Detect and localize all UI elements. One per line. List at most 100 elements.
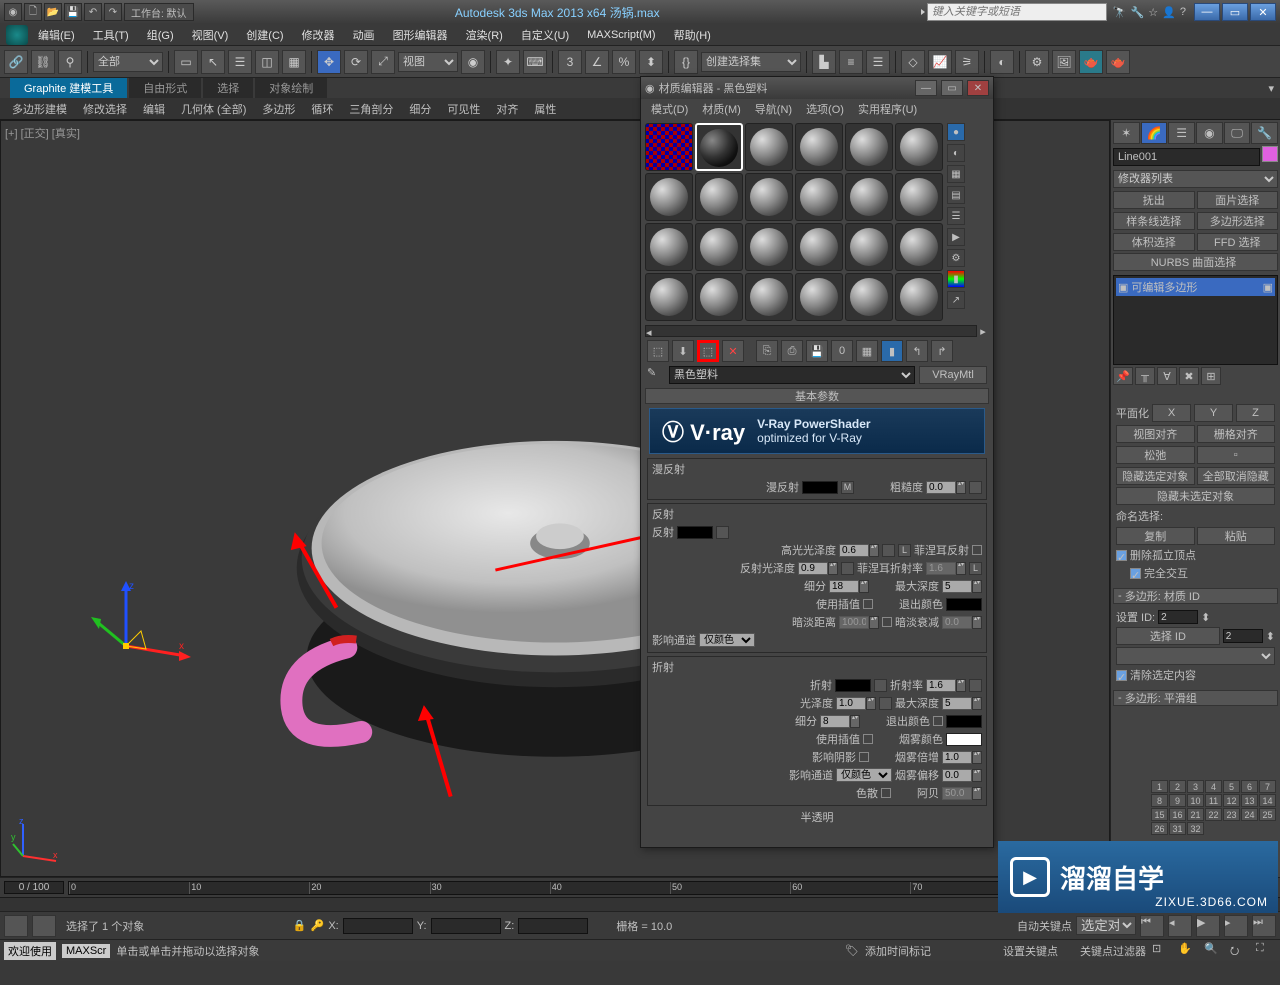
hlgloss-map[interactable] — [882, 544, 895, 557]
modify-tab-icon[interactable]: 🌈 — [1141, 122, 1168, 144]
sg-btn[interactable]: 13 — [1241, 794, 1258, 807]
dlg-menu-utilities[interactable]: 实用程序(U) — [852, 100, 923, 118]
sample-slot[interactable] — [695, 223, 743, 271]
chk-full-interact[interactable]: ✓ — [1130, 568, 1141, 579]
open-icon[interactable]: 📂 — [44, 3, 62, 21]
btn-viewalign[interactable]: 视图对齐 — [1116, 425, 1195, 443]
manipulate-icon[interactable]: ✦ — [496, 50, 520, 74]
binoculars-icon[interactable]: 🔭 — [1113, 6, 1127, 19]
utilities-tab-icon[interactable]: 🔧 — [1251, 122, 1278, 144]
sample-type-icon[interactable]: ● — [947, 123, 965, 141]
menu-rendering[interactable]: 渲染(R) — [458, 25, 511, 45]
btn-polysel[interactable]: 多边形选择 — [1197, 212, 1279, 230]
btn-planar-y[interactable]: Y — [1194, 404, 1233, 422]
btn-gridalign[interactable]: 栅格对齐 — [1197, 425, 1276, 443]
spinner-snap-icon[interactable]: ⬍ — [639, 50, 663, 74]
selection-filter[interactable]: 全部 — [93, 52, 163, 72]
show-in-vp-icon[interactable]: ▦ — [856, 340, 878, 362]
new-icon[interactable]: 🗋 — [24, 3, 42, 21]
remove-mod-icon[interactable]: ✖ — [1179, 367, 1199, 385]
input-fogmult[interactable] — [942, 751, 972, 764]
hierarchy-tab-icon[interactable]: ☰ — [1168, 122, 1195, 144]
spinner-icon[interactable]: ▴▾ — [866, 697, 876, 710]
ior-map[interactable] — [969, 679, 982, 692]
menu-tools[interactable]: 工具(T) — [85, 25, 137, 45]
diffuse-map-button[interactable]: M — [841, 481, 854, 494]
material-editor-icon[interactable]: ◐ — [990, 50, 1014, 74]
sample-slot[interactable] — [645, 223, 693, 271]
reset-map-icon[interactable]: ✕ — [722, 340, 744, 362]
menu-customize[interactable]: 自定义(U) — [513, 25, 577, 45]
menu-create[interactable]: 创建(C) — [238, 25, 291, 45]
put-to-scene-icon[interactable]: ⬇ — [672, 340, 694, 362]
background-icon[interactable]: ▦ — [947, 165, 965, 183]
sg-btn[interactable]: 11 — [1205, 794, 1222, 807]
ribbon-polygon[interactable]: 多边形 — [256, 99, 301, 119]
input-roughness[interactable] — [926, 481, 956, 494]
menu-group[interactable]: 组(G) — [139, 25, 182, 45]
get-material-icon[interactable]: ⬚ — [647, 340, 669, 362]
sample-slot[interactable] — [695, 173, 743, 221]
graphite-icon[interactable]: ◇ — [901, 50, 925, 74]
diffuse-swatch[interactable] — [802, 481, 838, 494]
dlg-minimize-button[interactable]: — — [915, 80, 937, 96]
goto-start-icon[interactable]: ⏮ — [1140, 915, 1164, 937]
material-name-dropdown[interactable]: 黑色塑料 — [669, 366, 915, 384]
input-refl-maxdepth[interactable] — [942, 580, 972, 593]
sg-btn[interactable]: 8 — [1151, 794, 1168, 807]
sample-slot-selected[interactable] — [695, 123, 743, 171]
lock-icon[interactable]: 🔒 — [293, 919, 307, 932]
play-icon[interactable]: ▶ — [1196, 915, 1220, 937]
reflgloss-map[interactable] — [841, 562, 854, 575]
render-icon[interactable]: 🫖 — [1079, 50, 1103, 74]
chk-fresnel[interactable] — [972, 545, 982, 555]
sg-btn[interactable]: 1 — [1151, 780, 1168, 793]
roughness-map-button[interactable] — [969, 481, 982, 494]
named-selection-set[interactable]: 创建选择集 — [701, 52, 801, 72]
rendered-frame-icon[interactable]: 🫖 — [1106, 50, 1130, 74]
show-result-icon[interactable]: ╥ — [1135, 367, 1155, 385]
keymode-dropdown[interactable]: 选定对象 — [1076, 916, 1136, 935]
create-tab-icon[interactable]: ✶ — [1113, 122, 1140, 144]
sample-slot[interactable] — [895, 173, 943, 221]
spinner-icon[interactable]: ▴▾ — [956, 562, 966, 575]
unlink-icon[interactable]: ⛓ — [31, 50, 55, 74]
object-color-swatch[interactable] — [1262, 146, 1278, 162]
input-refl-subdiv[interactable] — [829, 580, 859, 593]
btn-planar-z[interactable]: Z — [1236, 404, 1275, 422]
dlg-close-button[interactable]: ✕ — [967, 80, 989, 96]
btn-relax-opt[interactable]: ▫ — [1197, 446, 1276, 464]
ribbon-visibility[interactable]: 可见性 — [441, 99, 486, 119]
sample-slot[interactable] — [895, 123, 943, 171]
app-menu-icon[interactable]: ◉ — [4, 3, 22, 21]
go-forward-icon[interactable]: ↱ — [931, 340, 953, 362]
input-hlgloss[interactable] — [839, 544, 869, 557]
minimize-button[interactable]: — — [1194, 3, 1220, 21]
curve-editor-icon[interactable]: 📈 — [928, 50, 952, 74]
spinner-icon[interactable]: ▴▾ — [850, 715, 860, 728]
hlgloss-lock[interactable]: L — [898, 544, 911, 557]
close-button[interactable]: ✕ — [1250, 3, 1276, 21]
orbit-icon[interactable]: ⭮ — [1230, 942, 1250, 960]
spinner-icon[interactable]: ▴▾ — [972, 787, 982, 800]
input-y[interactable] — [431, 918, 501, 934]
sample-slot[interactable] — [745, 173, 793, 221]
redo-icon[interactable]: ↷ — [104, 3, 122, 21]
ribbon-loop[interactable]: 循环 — [305, 99, 339, 119]
layers-icon[interactable]: ☰ — [866, 50, 890, 74]
spinner-icon[interactable]: ⬍ — [1201, 611, 1210, 624]
signin-icon[interactable]: 👤 — [1162, 6, 1176, 19]
sg-btn[interactable]: 7 — [1259, 780, 1276, 793]
motion-tab-icon[interactable]: ◉ — [1196, 122, 1223, 144]
dlg-menu-options[interactable]: 选项(O) — [800, 100, 850, 118]
dlg-menu-navigation[interactable]: 导航(N) — [749, 100, 798, 118]
chk-dispersion[interactable] — [881, 788, 891, 798]
input-refr-gloss[interactable] — [836, 697, 866, 710]
btn-paste[interactable]: 粘贴 — [1197, 527, 1276, 545]
unique-icon[interactable]: ∀ — [1157, 367, 1177, 385]
chk-refl-interp[interactable] — [863, 599, 873, 609]
rotate-icon[interactable]: ⟳ — [344, 50, 368, 74]
render-setup-icon[interactable]: ⚙ — [1025, 50, 1049, 74]
spinner-icon[interactable]: ▴▾ — [869, 544, 879, 557]
select-icon[interactable]: ▭ — [174, 50, 198, 74]
